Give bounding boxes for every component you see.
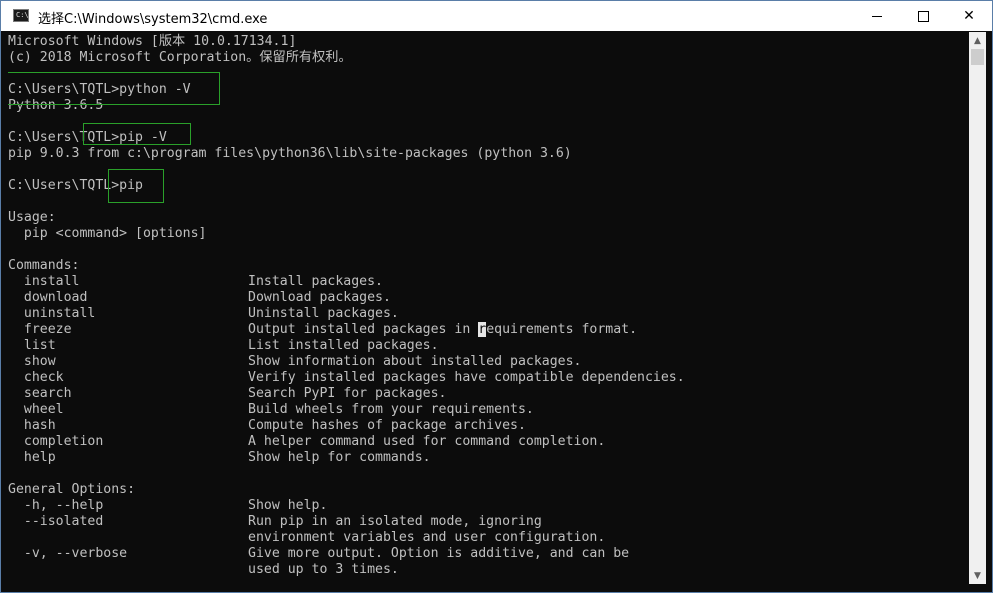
console-line-description: Show information about installed package…	[248, 354, 582, 369]
console-line: uninstall Uninstall packages.	[8, 306, 399, 322]
console-line: download Download packages.	[8, 290, 391, 306]
scroll-thumb[interactable]	[971, 49, 984, 65]
description-text: equirements format.	[486, 322, 638, 337]
console-line: wheel Build wheels from your requirements…	[8, 402, 534, 418]
console-line-description: Build wheels from your requirements.	[248, 402, 534, 417]
minimize-button[interactable]	[854, 1, 900, 31]
console-line: Microsoft Windows [版本 10.0.17134.1]	[8, 34, 296, 50]
console-line: search Search PyPI for packages.	[8, 386, 447, 402]
cmd-window: C:\ 选择C:\Windows\system32\cmd.exe ✕ used…	[0, 0, 993, 593]
console-line: hash Compute hashes of package archives.	[8, 418, 526, 434]
console-line-description: Uninstall packages.	[248, 306, 399, 321]
console-line-text: -h, --help	[8, 498, 104, 513]
console-line-text: Microsoft Windows [版本 10.0.17134.1]	[8, 34, 297, 49]
console-line-text: freeze	[8, 322, 72, 337]
console-line: show Show information about installed pac…	[8, 354, 582, 370]
console-line-description: Download packages.	[248, 290, 391, 305]
console-line-text: show	[8, 354, 56, 369]
console-line: Usage:	[8, 210, 56, 226]
cmd-app-icon-text: C:\	[16, 11, 29, 19]
console-line-text: completion	[8, 434, 104, 449]
console-line: -h, --help Show help.	[8, 498, 328, 514]
console-line-text: -v, --verbose	[8, 546, 128, 561]
console-line-description: environment variables and user configura…	[248, 530, 606, 545]
console-line: -v, --verbose Give more output. Option is…	[8, 546, 629, 562]
close-button[interactable]: ✕	[946, 1, 992, 31]
console-line: pip 9.0.3 from c:\program files\python36…	[8, 146, 572, 162]
console-line-text: install	[8, 274, 80, 289]
close-icon: ✕	[963, 8, 975, 24]
console-line-text: download	[8, 290, 88, 305]
console-line-description: Run pip in an isolated mode, ignoring	[248, 514, 542, 529]
console-line-text: --isolated	[8, 514, 104, 529]
console-line-description: A helper command used for command comple…	[248, 434, 606, 449]
console-line: (c) 2018 Microsoft Corporation。保留所有权利。	[8, 50, 352, 66]
console-line: freeze Output installed packages in requi…	[8, 322, 637, 338]
console-line-description: used up to 3 times.	[248, 562, 399, 577]
console-line-description: Search PyPI for packages.	[248, 386, 447, 401]
console-line-description: Show help.	[248, 498, 328, 513]
console-line-text: hash	[8, 418, 56, 433]
console-line-description: List installed packages.	[248, 338, 439, 353]
text-cursor: r	[478, 322, 487, 337]
maximize-button[interactable]	[900, 1, 946, 31]
console-line-text: Commands:	[8, 258, 80, 273]
console-output[interactable]: used up to 3 times. -v, --verbose Give mo…	[8, 32, 968, 584]
console-line-text: Usage:	[8, 210, 56, 225]
console-line-description: Give more output. Option is additive, an…	[248, 546, 630, 561]
console-line-description: Show help for commands.	[248, 450, 431, 465]
minimize-icon	[872, 15, 882, 17]
vertical-scrollbar[interactable]: ▲ ▼	[969, 32, 986, 584]
console-line-text: help	[8, 450, 56, 465]
console-line-text: search	[8, 386, 72, 401]
console-line-text: pip <command> [options]	[8, 226, 207, 241]
console-line-text: General Options:	[8, 482, 136, 497]
console-line: check Verify installed packages have comp…	[8, 370, 685, 386]
console-line: completion A helper command used for comm…	[8, 434, 605, 450]
maximize-icon	[917, 10, 929, 22]
console-line: help Show help for commands.	[8, 450, 431, 466]
highlight-box-pip-v	[83, 123, 191, 145]
console-line: General Options:	[8, 482, 135, 498]
console-line-description: Install packages.	[248, 274, 383, 289]
highlight-box-pip	[108, 169, 164, 203]
console-line: pip <command> [options]	[8, 226, 207, 242]
console-line-text: check	[8, 370, 64, 385]
highlight-box-python-v	[8, 72, 220, 105]
console-line-description: Compute hashes of package archives.	[248, 418, 526, 433]
console-line-description: Output installed packages in requirement…	[248, 322, 637, 338]
console-line: Commands:	[8, 258, 79, 274]
console-line-text: list	[8, 338, 56, 353]
console-line-text: (c) 2018 Microsoft Corporation。保留所有权利。	[8, 50, 352, 65]
console-line-text: uninstall	[8, 306, 96, 321]
window-title: 选择C:\Windows\system32\cmd.exe	[38, 12, 268, 27]
console-line-text: wheel	[8, 402, 64, 417]
console-line: --isolated Run pip in an isolated mode, i…	[8, 514, 542, 530]
description-text: Output installed packages in	[248, 322, 479, 337]
console-line-text: pip 9.0.3 from c:\program files\python36…	[8, 146, 572, 161]
scroll-up-icon[interactable]: ▲	[969, 32, 986, 49]
console-line: install Install packages.	[8, 274, 383, 290]
cmd-app-icon[interactable]: C:\	[13, 9, 29, 22]
scroll-down-icon[interactable]: ▼	[969, 567, 986, 584]
title-bar[interactable]: C:\ 选择C:\Windows\system32\cmd.exe ✕	[1, 1, 992, 31]
console-line: list List installed packages.	[8, 338, 439, 354]
console-line-description: Verify installed packages have compatibl…	[248, 370, 685, 385]
